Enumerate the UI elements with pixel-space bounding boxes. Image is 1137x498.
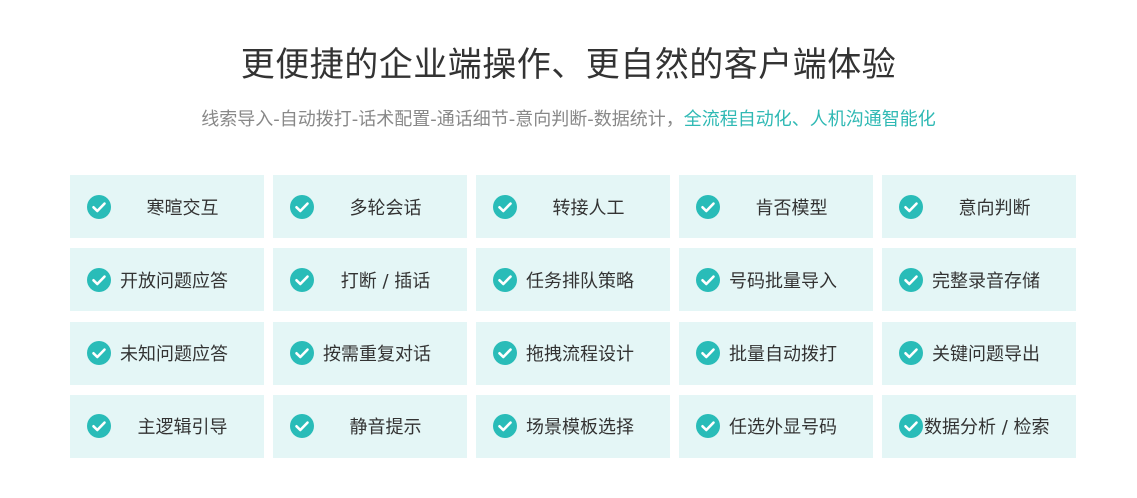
check-circle-icon xyxy=(290,267,314,292)
check-circle-icon xyxy=(899,267,923,292)
check-circle-icon xyxy=(696,414,720,439)
feature-card: 号码批量导入 xyxy=(679,248,873,312)
page-subtitle: 线索导入-自动拨打-话术配置-通话细节-意向判断-数据统计，全流程自动化、人机沟… xyxy=(0,106,1137,134)
check-circle-icon xyxy=(493,267,517,292)
check-circle-icon xyxy=(899,341,923,366)
feature-card: 意向判断 xyxy=(882,175,1076,238)
feature-label: 按需重复对话 xyxy=(323,344,431,366)
feature-label: 开放问题应答 xyxy=(120,270,228,292)
feature-card: 多轮会话 xyxy=(273,175,467,238)
check-circle-icon xyxy=(696,194,720,219)
feature-grid: 寒暄交互 多轮会话 转接人工 肯否模型 意向判断 开放问题应答 打断 / 插话 … xyxy=(70,175,1077,458)
check-circle-icon xyxy=(899,194,923,219)
check-circle-icon xyxy=(696,341,720,366)
feature-card: 数据分析 / 检索 xyxy=(882,394,1076,458)
check-circle-icon xyxy=(696,267,720,292)
feature-label: 场景模板选择 xyxy=(526,417,634,439)
feature-card: 未知问题应答 xyxy=(70,321,264,385)
check-circle-icon xyxy=(87,194,111,219)
feature-label: 主逻辑引导 xyxy=(137,417,228,439)
check-circle-icon xyxy=(493,414,517,439)
feature-card: 批量自动拨打 xyxy=(679,321,873,385)
check-circle-icon xyxy=(290,341,314,366)
page-title: 更便捷的企业端操作、更自然的客户端体验 xyxy=(240,45,897,85)
check-circle-icon xyxy=(493,341,517,366)
feature-card: 关键问题导出 xyxy=(882,321,1076,385)
feature-card: 场景模板选择 xyxy=(476,394,670,458)
feature-label: 任务排队策略 xyxy=(526,270,634,292)
feature-label: 号码批量导入 xyxy=(729,270,837,292)
check-circle-icon xyxy=(87,267,111,292)
feature-card: 转接人工 xyxy=(476,175,670,238)
feature-label: 未知问题应答 xyxy=(120,344,228,366)
check-circle-icon xyxy=(87,414,111,439)
check-circle-icon xyxy=(493,194,517,219)
feature-card: 按需重复对话 xyxy=(273,321,467,385)
feature-card: 肯否模型 xyxy=(679,175,873,238)
feature-label: 任选外显号码 xyxy=(729,417,837,439)
check-circle-icon xyxy=(87,341,111,366)
feature-label: 关键问题导出 xyxy=(932,344,1040,366)
feature-label: 意向判断 xyxy=(958,197,1031,219)
feature-card: 主逻辑引导 xyxy=(70,394,264,458)
feature-card: 打断 / 插话 xyxy=(273,248,467,312)
feature-label: 批量自动拨打 xyxy=(729,344,837,366)
subtitle-text: 线索导入-自动拨打-话术配置-通话细节-意向判断-数据统计， xyxy=(201,109,684,130)
feature-label: 转接人工 xyxy=(552,197,625,219)
feature-label: 数据分析 / 检索 xyxy=(924,417,1050,439)
feature-label: 静音提示 xyxy=(349,417,422,439)
feature-card: 任选外显号码 xyxy=(679,394,873,458)
feature-label: 打断 / 插话 xyxy=(340,270,431,292)
check-circle-icon xyxy=(899,414,923,439)
feature-label: 完整录音存储 xyxy=(932,270,1040,292)
check-circle-icon xyxy=(290,414,314,439)
feature-card: 完整录音存储 xyxy=(882,248,1076,312)
feature-card: 静音提示 xyxy=(273,394,467,458)
feature-label: 寒暄交互 xyxy=(146,197,219,219)
subtitle-highlight: 全流程自动化、人机沟通智能化 xyxy=(683,109,936,130)
feature-card: 任务排队策略 xyxy=(476,248,670,312)
feature-label: 拖拽流程设计 xyxy=(526,344,634,366)
feature-label: 多轮会话 xyxy=(349,197,422,219)
feature-card: 开放问题应答 xyxy=(70,248,264,312)
feature-label: 肯否模型 xyxy=(755,197,828,219)
check-circle-icon xyxy=(290,194,314,219)
feature-card: 寒暄交互 xyxy=(70,175,264,238)
feature-card: 拖拽流程设计 xyxy=(476,321,670,385)
